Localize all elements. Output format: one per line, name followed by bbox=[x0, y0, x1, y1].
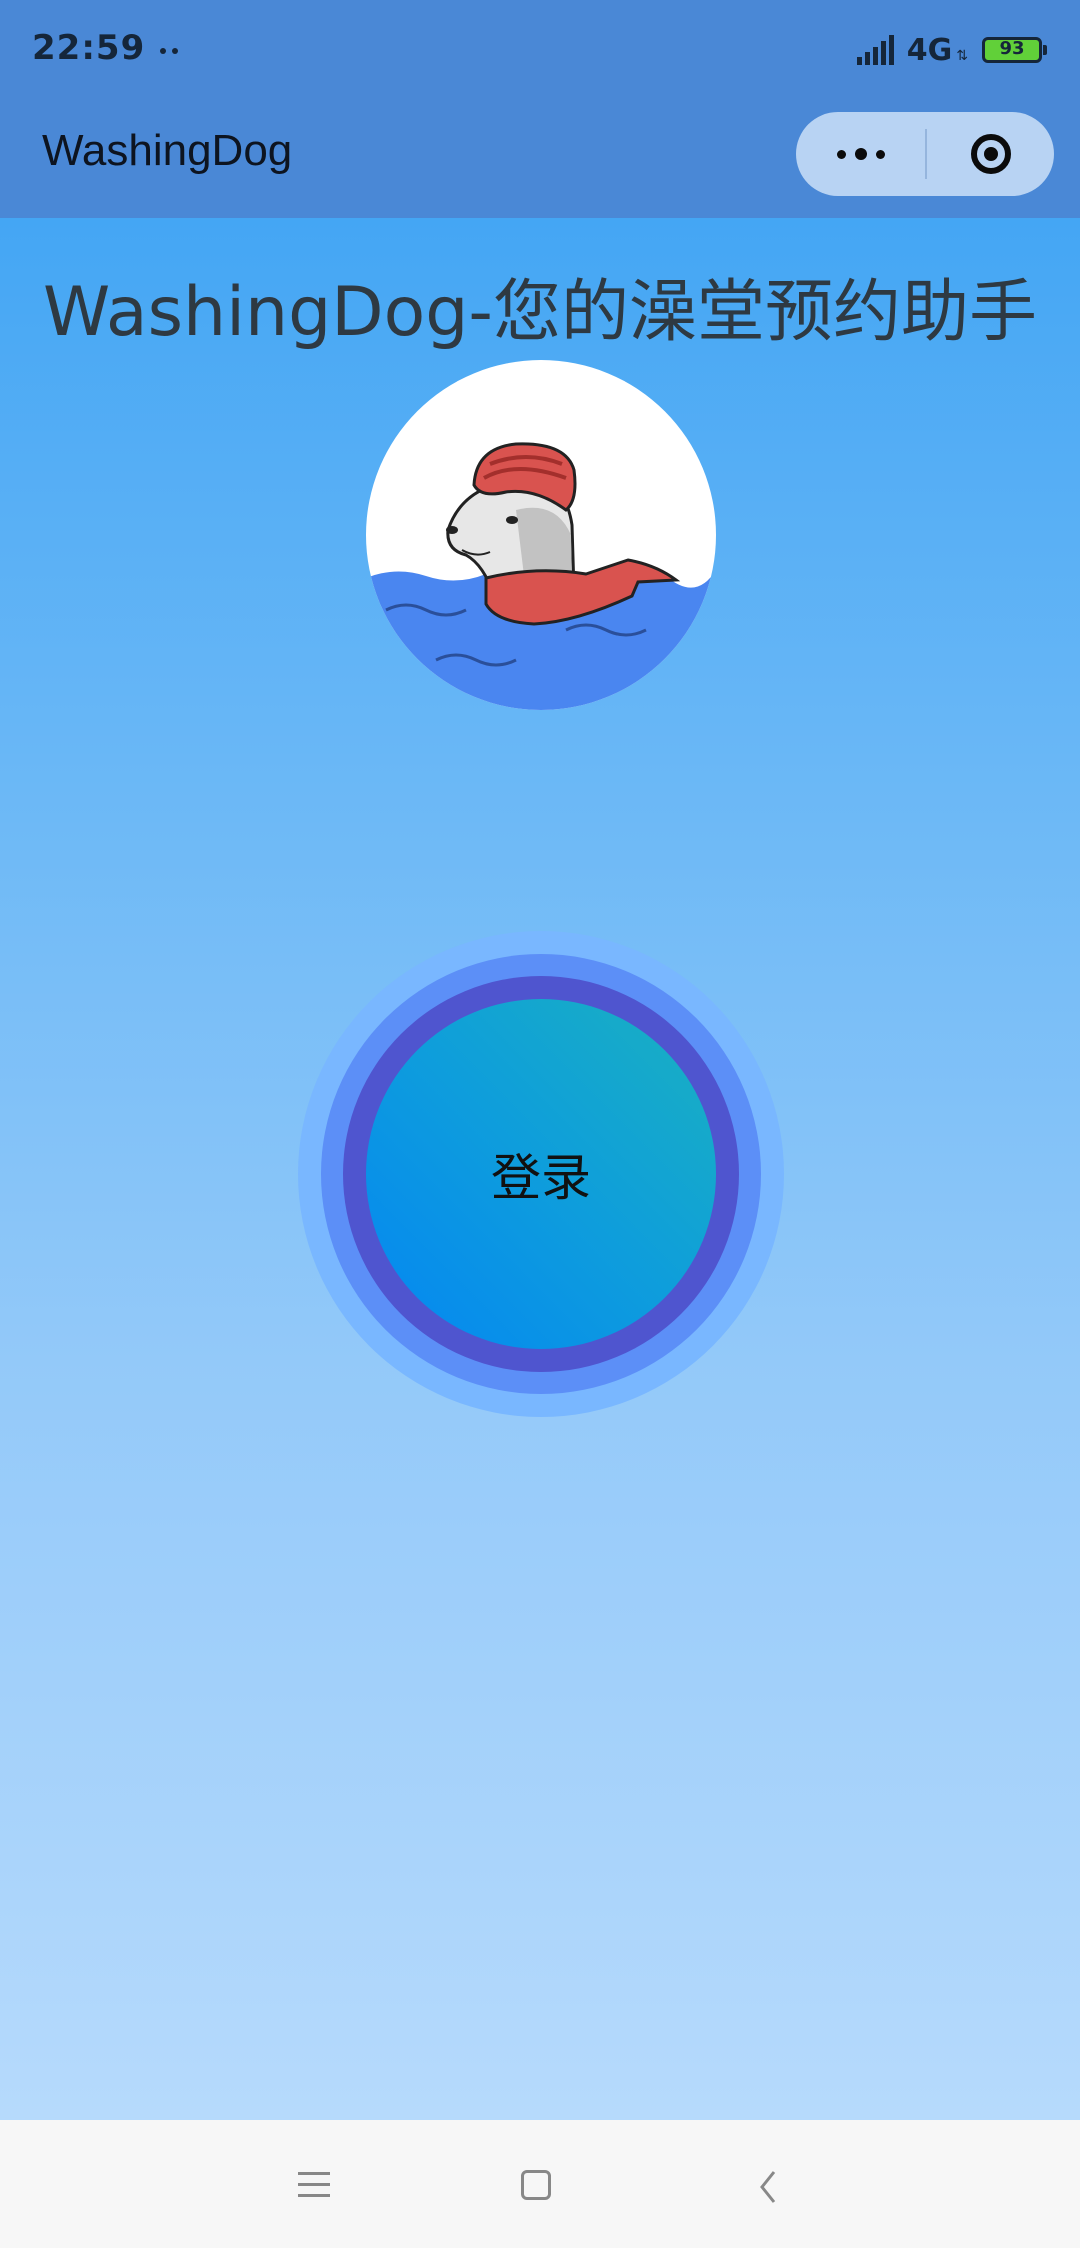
page-title: WashingDog-您的澡堂预约助手 bbox=[43, 273, 1037, 352]
data-arrows-icon: ⇅ bbox=[956, 48, 968, 64]
more-dots-icon[interactable] bbox=[796, 112, 925, 196]
status-icons: 4G ⇅ 93 bbox=[856, 30, 1047, 70]
top-bar: 22:59 4G ⇅ 93 WashingDog bbox=[0, 0, 1080, 218]
battery-icon: 93 bbox=[982, 37, 1047, 63]
mini-program-capsule bbox=[796, 112, 1054, 196]
menu-icon[interactable] bbox=[298, 2172, 330, 2198]
battery-level: 93 bbox=[999, 38, 1025, 59]
nav-title: WashingDog bbox=[42, 126, 293, 175]
status-time: 22:59 bbox=[32, 28, 146, 68]
system-nav-bar bbox=[0, 2120, 1080, 2248]
login-button[interactable]: 登录 bbox=[366, 999, 716, 1349]
home-icon[interactable] bbox=[521, 2170, 551, 2200]
login-button-label: 登录 bbox=[491, 1149, 591, 1207]
network-type: 4G bbox=[906, 32, 953, 68]
signal-icon bbox=[856, 35, 897, 65]
login-button-rings: 登录 bbox=[298, 931, 784, 1417]
main-content: WashingDog-您的澡堂预约助手 登录 bbox=[0, 218, 1080, 2120]
target-close-icon[interactable] bbox=[927, 112, 1054, 196]
notification-dots-icon bbox=[160, 48, 182, 56]
back-icon[interactable] bbox=[754, 2170, 784, 2204]
dog-in-water-avatar bbox=[366, 360, 716, 710]
